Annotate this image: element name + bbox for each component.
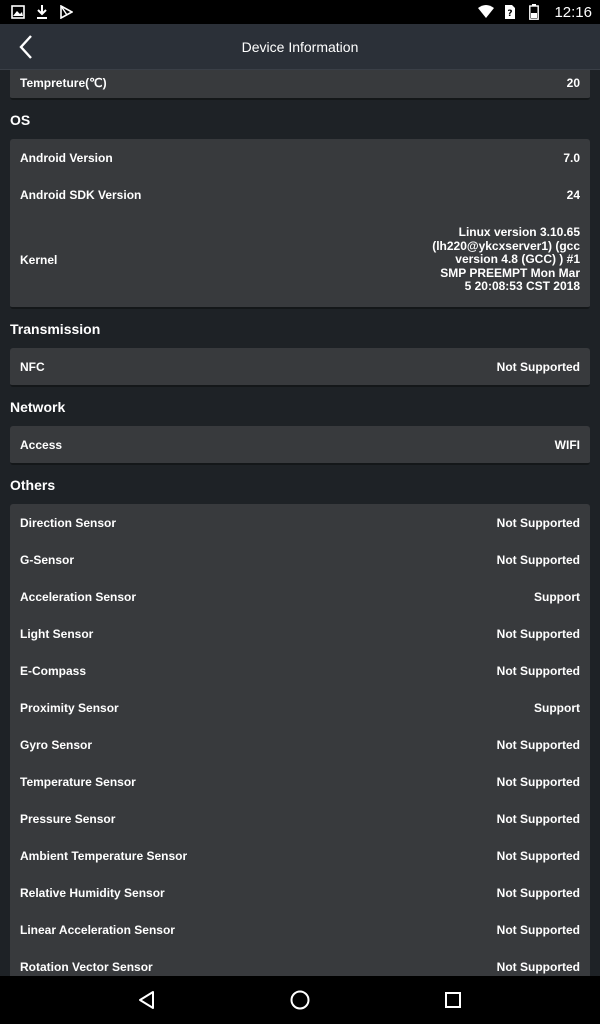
row-value: 20 — [566, 76, 580, 90]
section-header-os: OS — [10, 111, 31, 128]
row-label: Android Version — [20, 150, 113, 165]
row-value: Not Supported — [496, 774, 580, 789]
info-row-sensor: E-Compass Not Supported — [10, 652, 590, 689]
play-store-icon — [58, 4, 74, 20]
content[interactable]: Tempreture(℃) 20 OS Android Version 7.0 … — [0, 70, 600, 976]
row-value: Not Supported — [496, 811, 580, 826]
info-row-sensor: Proximity Sensor Support — [10, 689, 590, 726]
row-label: G-Sensor — [20, 552, 75, 567]
row-label: Kernel — [20, 253, 58, 267]
row-value: Linux version 3.10.65 (lh220@ykcxserver1… — [432, 225, 580, 294]
temperature-card: Tempreture(℃) 20 — [10, 70, 590, 100]
nav-recents-button[interactable] — [429, 976, 477, 1024]
nav-back-button[interactable] — [123, 976, 171, 1024]
row-value: Not Supported — [496, 663, 580, 678]
info-row-android-version: Android Version 7.0 — [10, 139, 590, 176]
info-row-sensor: G-Sensor Not Supported — [10, 541, 590, 578]
info-row-sensor: Temperature Sensor Not Supported — [10, 763, 590, 800]
os-card: Android Version 7.0 Android SDK Version … — [10, 139, 590, 309]
row-label: E-Compass — [20, 663, 87, 678]
row-label: Proximity Sensor — [20, 700, 119, 715]
row-label: Ambient Temperature Sensor — [20, 848, 188, 863]
download-icon — [34, 4, 50, 20]
row-label: Light Sensor — [20, 626, 94, 641]
row-value: 24 — [566, 187, 580, 202]
info-row-sensor: Ambient Temperature Sensor Not Supported — [10, 837, 590, 874]
recents-square-icon[interactable] — [444, 991, 462, 1009]
info-row-sensor: Light Sensor Not Supported — [10, 615, 590, 652]
info-row-access: Access WIFI — [10, 426, 590, 463]
info-row-temperature: Tempreture(℃) 20 — [10, 70, 590, 98]
info-row-sensor: Acceleration Sensor Support — [10, 578, 590, 615]
status-bar: ? 12:16 — [0, 0, 600, 24]
back-triangle-icon[interactable] — [137, 990, 157, 1010]
row-label: Direction Sensor — [20, 515, 117, 530]
row-label: Rotation Vector Sensor — [20, 959, 153, 974]
section-header-others: Others — [10, 476, 56, 493]
row-label: Pressure Sensor — [20, 811, 116, 826]
back-arrow-icon[interactable] — [17, 34, 35, 60]
row-label: Access — [20, 437, 63, 452]
image-icon — [10, 4, 26, 20]
network-card: Access WIFI — [10, 426, 590, 465]
row-value: Not Supported — [496, 515, 580, 530]
app-bar: Device Information — [0, 24, 600, 70]
row-value: Not Supported — [496, 922, 580, 937]
row-value: Not Supported — [496, 359, 580, 374]
row-value: Not Supported — [496, 552, 580, 567]
info-row-android-sdk-version: Android SDK Version 24 — [10, 176, 590, 213]
row-value: Not Supported — [496, 626, 580, 641]
info-row-nfc: NFC Not Supported — [10, 348, 590, 385]
row-label: Temperature Sensor — [20, 774, 136, 789]
row-label: Gyro Sensor — [20, 737, 93, 752]
info-row-sensor: Relative Humidity Sensor Not Supported — [10, 874, 590, 911]
status-right: ? 12:16 — [478, 4, 592, 21]
page-title: Device Information — [241, 38, 359, 55]
row-value: Support — [534, 700, 580, 715]
status-left — [10, 4, 74, 20]
row-value: 7.0 — [563, 150, 580, 165]
row-label: Linear Acceleration Sensor — [20, 922, 175, 937]
row-label: Acceleration Sensor — [20, 589, 137, 604]
others-card: Direction Sensor Not Supported G-Sensor No… — [10, 504, 590, 976]
section-header-network: Network — [10, 398, 66, 415]
battery-icon — [526, 4, 542, 20]
row-value: WIFI — [554, 437, 580, 452]
svg-text:?: ? — [508, 9, 513, 19]
section-header-transmission: Transmission — [10, 320, 101, 337]
status-time: 12:16 — [554, 3, 592, 21]
row-value: Not Supported — [496, 885, 580, 900]
info-row-sensor: Rotation Vector Sensor Not Supported — [10, 948, 590, 976]
info-row-sensor: Gyro Sensor Not Supported — [10, 726, 590, 763]
row-label: Relative Humidity Sensor — [20, 885, 165, 900]
info-row-sensor: Pressure Sensor Not Supported — [10, 800, 590, 837]
navigation-bar — [0, 976, 600, 1024]
row-value: Not Supported — [496, 737, 580, 752]
row-label: Android SDK Version — [20, 187, 142, 202]
info-row-sensor: Direction Sensor Not Supported — [10, 504, 590, 541]
row-value: Not Supported — [496, 959, 580, 974]
back-button[interactable] — [10, 31, 42, 63]
row-label: NFC — [20, 359, 45, 374]
row-value: Not Supported — [496, 848, 580, 863]
home-circle-icon[interactable] — [289, 989, 311, 1011]
transmission-card: NFC Not Supported — [10, 348, 590, 387]
info-row-sensor: Linear Acceleration Sensor Not Supported — [10, 911, 590, 948]
no-sim-icon: ? — [502, 4, 518, 20]
nav-home-button[interactable] — [276, 976, 324, 1024]
wifi-icon — [478, 4, 495, 20]
row-label: Tempreture(℃) — [20, 76, 107, 90]
row-value: Support — [534, 589, 580, 604]
info-row-kernel: Kernel Linux version 3.10.65 (lh220@ykcx… — [10, 213, 590, 307]
